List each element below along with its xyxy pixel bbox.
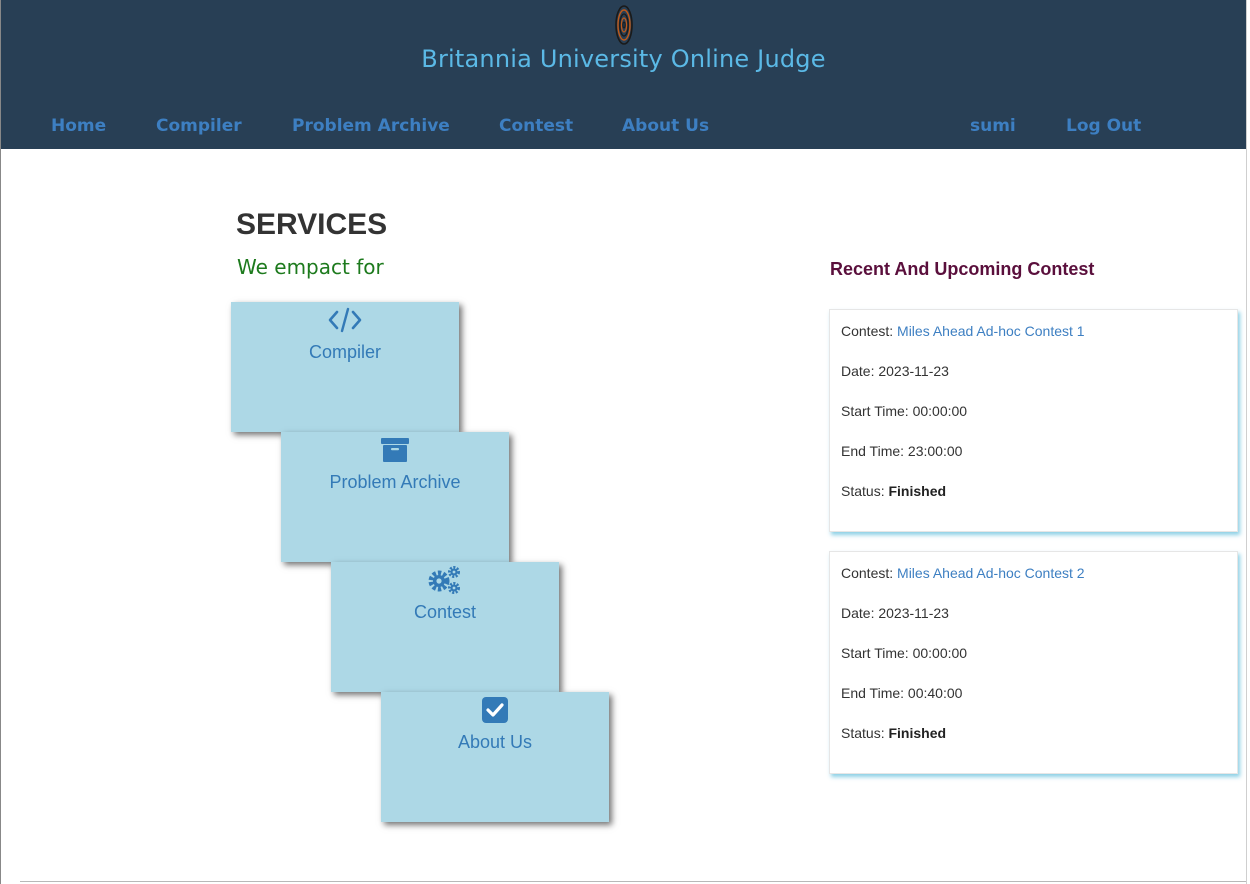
contest-link[interactable]: Miles Ahead Ad-hoc Contest 1: [897, 323, 1085, 339]
services-title: SERVICES: [236, 208, 388, 241]
contest-start-row: Start Time: 00:00:00: [841, 403, 968, 419]
site-header: Britannia University Online Judge Home C…: [1, 0, 1246, 149]
contest-start-row: Start Time: 00:00:00: [841, 645, 968, 661]
contest-end-row: End Time: 23:00:00: [841, 443, 963, 459]
service-card-label: Problem Archive: [329, 472, 461, 492]
service-card-problem-archive[interactable]: Problem Archive: [281, 432, 509, 562]
contest-card: Contest: Miles Ahead Ad-hoc Contest 2 Da…: [829, 551, 1238, 774]
nav-user[interactable]: sumi: [970, 116, 1016, 136]
nav-logout[interactable]: Log Out: [1066, 116, 1141, 136]
window-right-edge: [1246, 0, 1247, 884]
code-icon: [328, 307, 362, 333]
gears-icon: [428, 566, 460, 594]
contest-link[interactable]: Miles Ahead Ad-hoc Contest 2: [897, 565, 1085, 581]
status-value: Finished: [888, 483, 947, 499]
contest-status-row: Status: Finished: [841, 725, 947, 741]
fingerprint-logo-icon: [615, 5, 633, 45]
contest-status-row: Status: Finished: [841, 483, 947, 499]
status-value: Finished: [888, 725, 947, 741]
contest-name-row: Contest: Miles Ahead Ad-hoc Contest 2: [841, 565, 1085, 581]
check-square-icon: [482, 697, 508, 723]
footer-divider: [20, 881, 1246, 882]
nav-about-us[interactable]: About Us: [622, 116, 709, 136]
nav-contest[interactable]: Contest: [499, 116, 573, 136]
contest-name-row: Contest: Miles Ahead Ad-hoc Contest 1: [841, 323, 1085, 339]
contest-date-row: Date: 2023-11-23: [841, 605, 949, 621]
contest-section-heading: Recent And Upcoming Contest: [830, 259, 1095, 279]
contest-date-row: Date: 2023-11-23: [841, 363, 949, 379]
service-card-compiler[interactable]: Compiler: [231, 302, 459, 432]
service-card-label: Compiler: [308, 342, 382, 362]
contest-card: Contest: Miles Ahead Ad-hoc Contest 1 Da…: [829, 309, 1238, 532]
services-subtitle: We empact for: [237, 255, 384, 279]
contest-end-row: End Time: 00:40:00: [841, 685, 963, 701]
nav-problem-archive[interactable]: Problem Archive: [292, 116, 450, 136]
service-card-label: Contest: [413, 602, 477, 622]
service-card-contest[interactable]: Contest: [331, 562, 559, 692]
site-title: Britannia University Online Judge: [421, 45, 826, 73]
service-card-about-us[interactable]: About Us: [381, 692, 609, 822]
nav-compiler[interactable]: Compiler: [156, 116, 242, 136]
service-card-label: About Us: [457, 732, 533, 752]
archive-icon: [381, 438, 409, 462]
nav-home[interactable]: Home: [51, 116, 106, 136]
